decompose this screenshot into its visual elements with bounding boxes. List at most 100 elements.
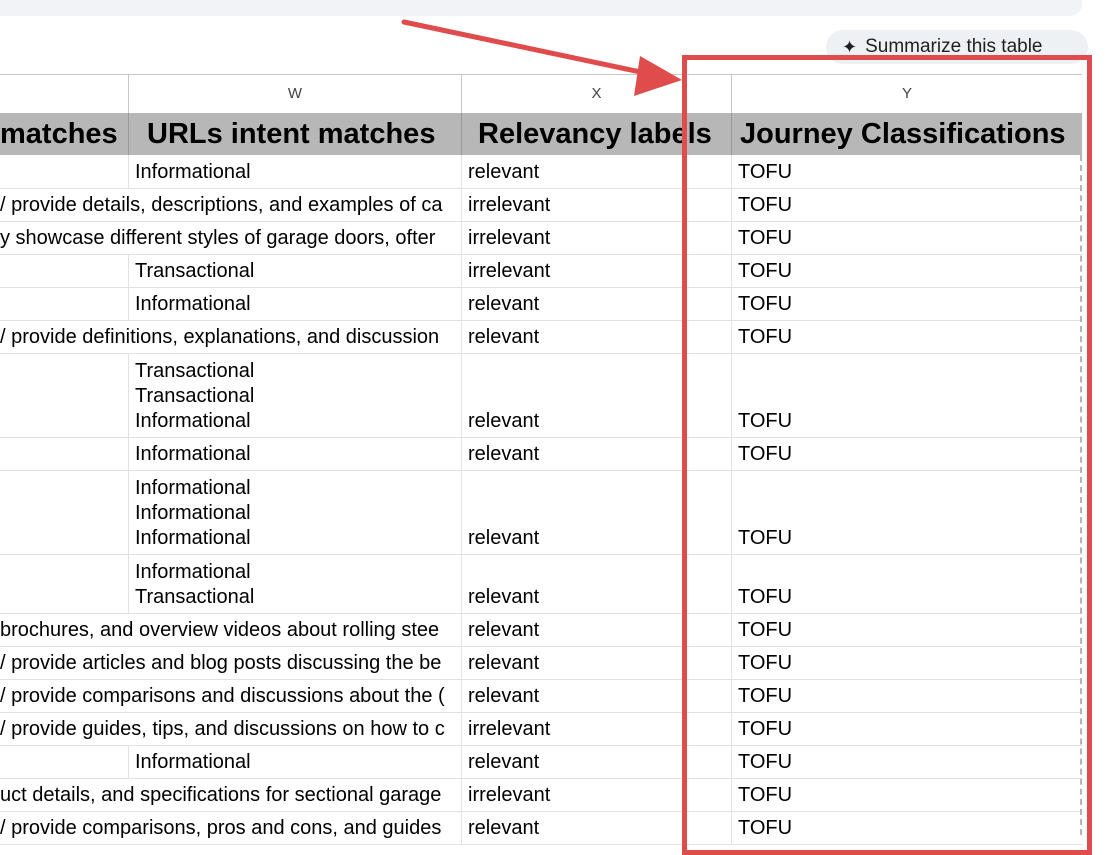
cell-journey[interactable]: TOFU (731, 155, 1082, 188)
cell-relevancy[interactable]: relevant (461, 353, 731, 437)
cell-relevancy[interactable]: irrelevant (461, 188, 731, 221)
cell-relevancy[interactable]: irrelevant (461, 221, 731, 254)
cell-text: / provide definitions, explanations, and… (0, 326, 440, 348)
header-cell-relevancy[interactable]: Relevancy labels (461, 113, 731, 155)
cell-relevancy[interactable]: relevant (461, 287, 731, 320)
header-cell-urls-intent[interactable]: URLs intent matches (128, 113, 461, 155)
cell-text: irrelevant (468, 260, 551, 282)
cell-matches[interactable] (0, 745, 128, 778)
cell-journey[interactable]: TOFU (731, 221, 1082, 254)
cell-urls-intent[interactable]: Transactional (128, 254, 461, 287)
cell-matches[interactable] (0, 287, 128, 320)
cell-urls-intent[interactable]: Informational (128, 155, 461, 188)
cell-matches[interactable]: brochures, and overview videos about rol… (0, 613, 461, 646)
cell-matches[interactable] (0, 470, 128, 554)
table-row: / provide details, descriptions, and exa… (0, 188, 1082, 222)
table-row: Informational relevant TOFU (0, 745, 1082, 779)
cell-relevancy[interactable]: relevant (461, 679, 731, 712)
cell-text: TOFU (738, 443, 793, 465)
cell-relevancy[interactable]: irrelevant (461, 778, 731, 811)
top-bar (0, 0, 1082, 16)
column-letter-w[interactable]: W (128, 75, 461, 113)
cell-journey[interactable]: TOFU (731, 188, 1082, 221)
cell-journey[interactable]: TOFU (731, 613, 1082, 646)
sparkle-icon: ✦ (842, 36, 858, 57)
cell-journey[interactable]: TOFU (731, 745, 1082, 778)
cell-matches[interactable]: / provide articles and blog posts discus… (0, 646, 461, 679)
cell-matches[interactable] (0, 254, 128, 287)
cell-journey[interactable]: TOFU (731, 287, 1082, 320)
summarize-table-button[interactable]: ✦ Summarize this table (826, 30, 1088, 64)
cell-journey[interactable]: TOFU (731, 679, 1082, 712)
cell-text: TOFU (738, 817, 793, 839)
cell-relevancy[interactable]: irrelevant (461, 712, 731, 745)
cell-relevancy[interactable]: relevant (461, 613, 731, 646)
cell-text: TOFU (738, 784, 793, 806)
cell-matches[interactable]: / provide guides, tips, and discussions … (0, 712, 461, 745)
cell-relevancy[interactable]: relevant (461, 745, 731, 778)
cell-urls-intent[interactable]: Transactional Transactional Informational (128, 353, 461, 437)
cell-text: TOFU (738, 751, 793, 773)
cell-journey[interactable]: TOFU (731, 646, 1082, 679)
cell-text: / provide articles and blog posts discus… (0, 652, 442, 674)
cell-journey[interactable]: TOFU (731, 254, 1082, 287)
cell-text: Informational (135, 502, 251, 524)
cell-relevancy[interactable]: relevant (461, 437, 731, 470)
cell-journey[interactable]: TOFU (731, 712, 1082, 745)
cell-text: irrelevant (468, 194, 551, 216)
cell-text: relevant (468, 586, 540, 608)
cell-matches[interactable] (0, 155, 128, 188)
cell-urls-intent[interactable]: Informational (128, 287, 461, 320)
cell-urls-intent[interactable]: Informational Informational Informational (128, 470, 461, 554)
cell-text: TOFU (738, 685, 793, 707)
cell-text: Informational (135, 293, 251, 315)
table-row: Transactional irrelevant TOFU (0, 254, 1082, 288)
cell-text: relevant (468, 652, 540, 674)
cell-text: irrelevant (468, 718, 551, 740)
cell-relevancy[interactable]: irrelevant (461, 254, 731, 287)
cell-matches[interactable] (0, 353, 128, 437)
cell-journey[interactable]: TOFU (731, 778, 1082, 811)
header-cell-matches[interactable]: matches (0, 113, 128, 155)
cell-urls-intent[interactable]: Informational (128, 745, 461, 778)
cell-text: relevant (468, 619, 540, 641)
cell-text: TOFU (738, 527, 793, 549)
cell-relevancy[interactable]: relevant (461, 320, 731, 353)
cell-text: Informational (135, 443, 251, 465)
column-letter-row: W X Y (0, 74, 1082, 114)
cell-urls-intent[interactable]: Informational Transactional (128, 554, 461, 613)
column-letter-y[interactable]: Y (731, 75, 1082, 113)
cell-journey[interactable]: TOFU (731, 811, 1082, 844)
column-letter-x[interactable]: X (461, 75, 731, 113)
table-row: Informational relevant TOFU (0, 437, 1082, 471)
right-margin (1084, 74, 1120, 835)
column-letter-v[interactable] (0, 75, 128, 113)
cell-matches[interactable] (0, 554, 128, 613)
cell-urls-intent[interactable]: Informational (128, 437, 461, 470)
cell-relevancy[interactable]: relevant (461, 811, 731, 844)
cell-text: Transactional (135, 260, 255, 282)
cell-text: Transactional (135, 385, 255, 407)
cell-matches[interactable]: / provide definitions, explanations, and… (0, 320, 461, 353)
table-row: Informational Informational Informational r… (0, 470, 1082, 555)
cell-matches[interactable]: uct details, and specifications for sect… (0, 778, 461, 811)
cell-relevancy[interactable]: relevant (461, 470, 731, 554)
cell-journey[interactable]: TOFU (731, 554, 1082, 613)
header-cell-journey[interactable]: Journey Classifications (731, 113, 1082, 155)
cell-text: Informational (135, 477, 251, 499)
cell-matches[interactable]: / provide details, descriptions, and exa… (0, 188, 461, 221)
cell-matches[interactable] (0, 437, 128, 470)
cell-relevancy[interactable]: relevant (461, 155, 731, 188)
table-row: Transactional Transactional Informational r… (0, 353, 1082, 438)
cell-journey[interactable]: TOFU (731, 353, 1082, 437)
table-row: / provide comparisons, pros and cons, an… (0, 811, 1082, 845)
cell-matches[interactable]: y showcase different styles of garage do… (0, 221, 461, 254)
cell-journey[interactable]: TOFU (731, 470, 1082, 554)
cell-matches[interactable]: / provide comparisons, pros and cons, an… (0, 811, 461, 844)
cell-relevancy[interactable]: relevant (461, 554, 731, 613)
cell-journey[interactable]: TOFU (731, 320, 1082, 353)
cell-matches[interactable]: / provide comparisons and discussions ab… (0, 679, 461, 712)
cell-relevancy[interactable]: relevant (461, 646, 731, 679)
cell-journey[interactable]: TOFU (731, 437, 1082, 470)
cell-text: relevant (468, 685, 540, 707)
